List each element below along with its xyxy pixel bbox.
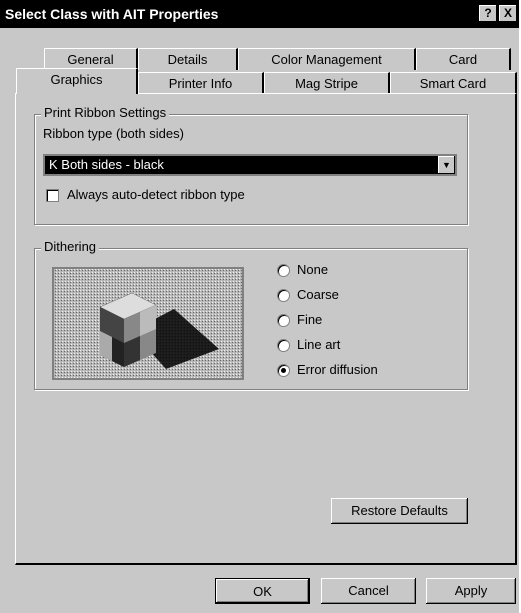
title-bar: Select Class with AIT Properties ? X (0, 0, 519, 28)
tab-general[interactable]: General (44, 48, 138, 70)
cube-preview-icon (99, 292, 219, 369)
close-button[interactable]: X (499, 5, 517, 22)
tab-details[interactable]: Details (138, 48, 238, 70)
dither-radio-error-diffusion[interactable] (277, 364, 290, 377)
tab-smart-card[interactable]: Smart Card (390, 72, 517, 94)
cancel-button[interactable]: Cancel (321, 578, 416, 604)
tab-label: Smart Card (419, 76, 487, 91)
tab-label: Mag Stripe (295, 76, 358, 91)
tab-graphics[interactable]: Graphics (16, 68, 138, 94)
radio-selected-dot (281, 368, 286, 373)
window-title: Select Class with AIT Properties (5, 6, 219, 22)
dither-label-error-diffusion: Error diffusion (297, 362, 378, 377)
ribbon-group-title: Print Ribbon Settings (41, 105, 170, 120)
ok-button[interactable]: OK (215, 578, 310, 604)
dither-radio-line-art[interactable] (277, 339, 290, 352)
dither-radio-coarse[interactable] (277, 289, 290, 302)
close-icon: X (503, 6, 512, 20)
dropdown-arrow-icon[interactable]: ▼ (438, 156, 455, 174)
tab-label: Graphics (50, 72, 103, 87)
tab-mag-stripe[interactable]: Mag Stripe (264, 72, 390, 94)
dither-label-line-art: Line art (297, 337, 341, 352)
tab-label: Details (167, 52, 208, 67)
dithering-group-title: Dithering (41, 239, 100, 254)
tab-printer-info[interactable]: Printer Info (138, 72, 264, 94)
tab-card[interactable]: Card (416, 48, 511, 70)
properties-dialog: Select Class with AIT Properties ? X Gen… (0, 0, 521, 613)
dither-label-coarse: Coarse (297, 287, 339, 302)
ribbon-type-value: K Both sides - black (49, 157, 164, 172)
tab-label: Color Management (271, 52, 382, 67)
tab-label: Card (448, 52, 478, 67)
dithering-preview (52, 267, 244, 380)
tab-label: General (67, 52, 114, 67)
apply-button[interactable]: Apply (426, 578, 516, 604)
dither-label-fine: Fine (297, 312, 323, 327)
ribbon-type-select[interactable]: K Both sides - black ▼ (43, 154, 457, 176)
help-icon: ? (484, 6, 492, 20)
tab-label: Printer Info (168, 76, 233, 91)
tab-color-management[interactable]: Color Management (238, 48, 416, 70)
dither-radio-fine[interactable] (277, 314, 290, 327)
ribbon-type-label: Ribbon type (both sides) (43, 126, 184, 141)
auto-detect-label: Always auto-detect ribbon type (67, 187, 245, 202)
dither-label-none: None (297, 262, 329, 277)
restore-defaults-button[interactable]: Restore Defaults (331, 498, 468, 524)
help-button[interactable]: ? (479, 5, 497, 22)
auto-detect-checkbox[interactable] (46, 189, 59, 202)
dither-radio-none[interactable] (277, 264, 290, 277)
